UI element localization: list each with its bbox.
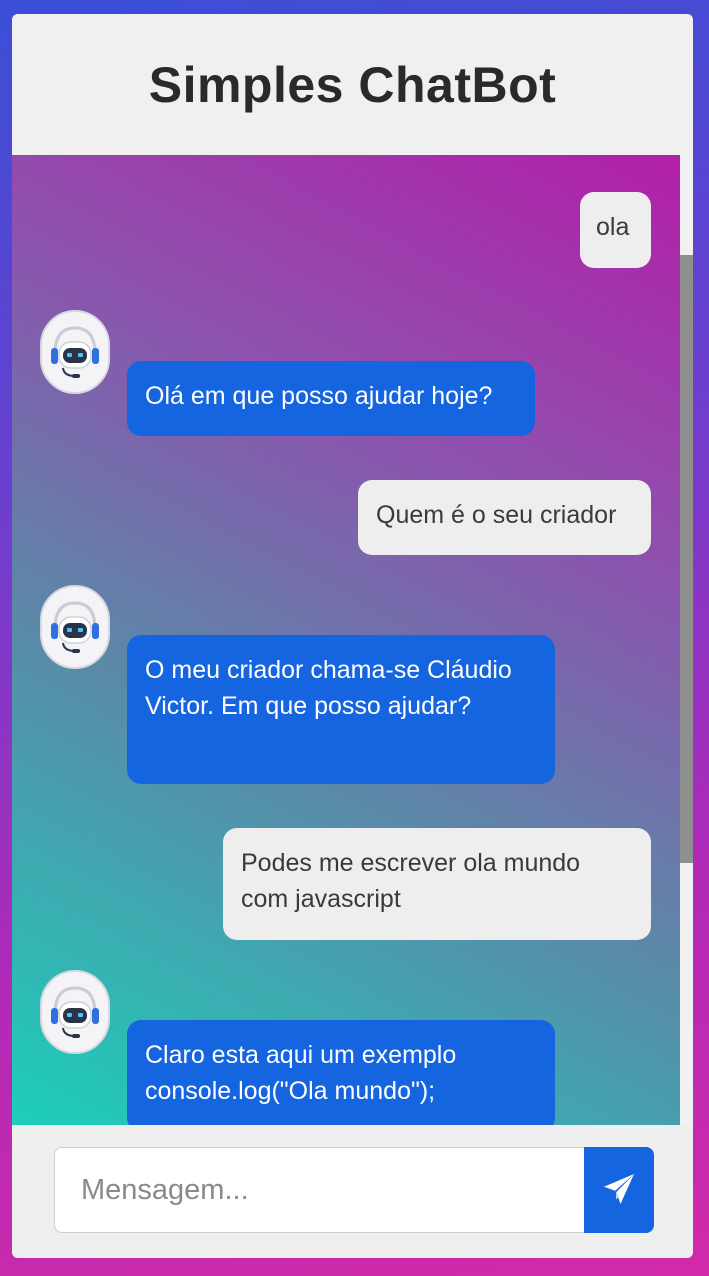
- bot-message: Claro esta aqui um exemplo console.log("…: [127, 1020, 555, 1125]
- page-title: Simples ChatBot: [148, 56, 557, 113]
- user-message: Quem é o seu criador: [358, 480, 651, 555]
- chat-header: Simples ChatBot: [12, 14, 693, 155]
- paper-plane-icon: [601, 1171, 637, 1210]
- robot-icon: [40, 585, 110, 669]
- robot-icon: [40, 970, 110, 1054]
- robot-icon: [40, 310, 110, 394]
- composer: [12, 1125, 693, 1258]
- user-message: ola: [580, 192, 651, 268]
- chat-scrollbar[interactable]: [680, 155, 693, 1125]
- message-list[interactable]: ola Olá em que posso ajudar hoje? Quem é…: [12, 155, 680, 1125]
- scrollbar-thumb[interactable]: [680, 255, 693, 863]
- send-button[interactable]: [584, 1147, 654, 1233]
- bot-message: O meu criador chama-se Cláudio Victor. E…: [127, 635, 555, 784]
- chat-window: Simples ChatBot ola Olá em que posso aju…: [12, 14, 693, 1258]
- message-input[interactable]: [54, 1147, 584, 1233]
- bot-message: Olá em que posso ajudar hoje?: [127, 361, 535, 436]
- user-message: Podes me escrever ola mundo com javascri…: [223, 828, 651, 940]
